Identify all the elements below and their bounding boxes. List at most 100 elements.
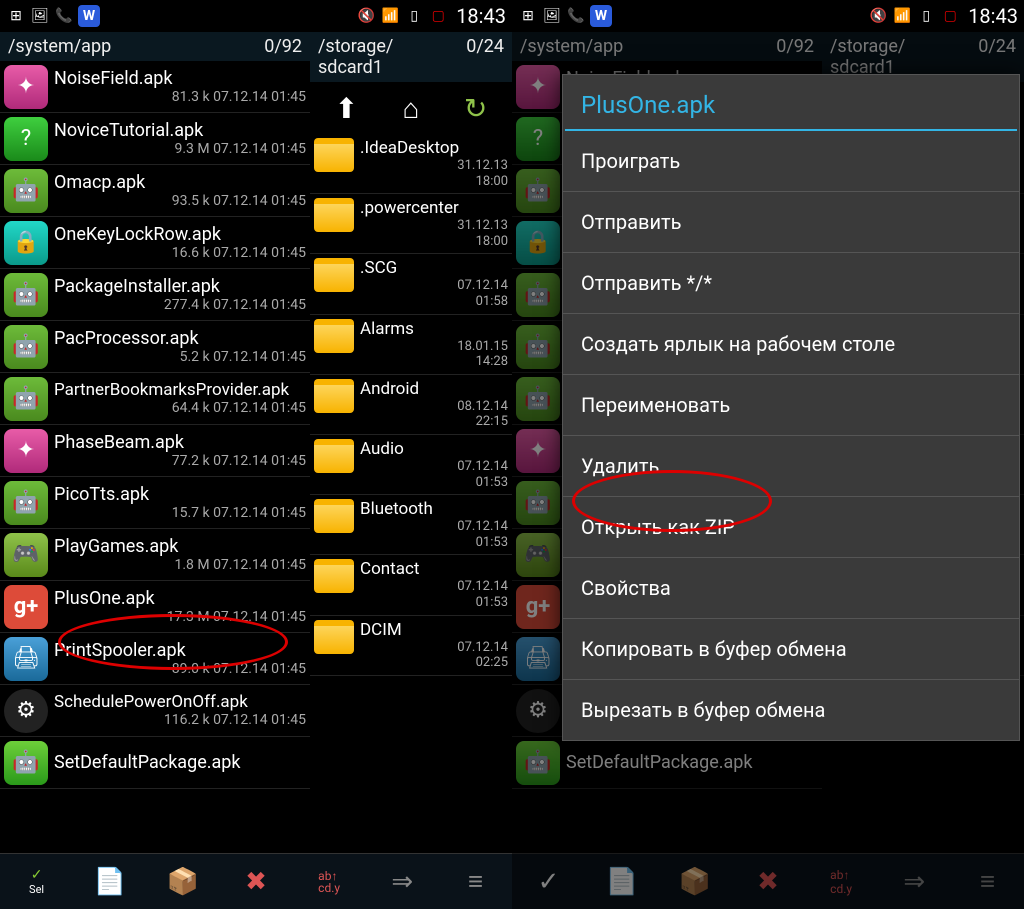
file-meta: 77.2 k 07.12.14 01:45 xyxy=(54,453,306,469)
folder-name: Contact xyxy=(360,559,508,579)
folder-icon xyxy=(314,138,354,172)
file-row[interactable]: 🤖 PartnerBookmarksProvider.apk 64.4 k 07… xyxy=(0,373,310,425)
forward-button[interactable]: ⇒ xyxy=(380,860,424,904)
pane-header: /system/app 0/92 xyxy=(0,32,310,61)
up-icon[interactable]: ⬆ xyxy=(328,90,364,126)
folder-meta: 07.12.1401:58 xyxy=(360,278,508,309)
home-icon[interactable]: ⌂ xyxy=(393,90,429,126)
folder-row[interactable]: Android 08.12.1422:15 xyxy=(310,375,512,435)
count: 0/24 xyxy=(466,36,504,57)
file-row[interactable]: 🤖 SetDefaultPackage.apk xyxy=(0,737,310,789)
w-icon: W xyxy=(590,5,612,27)
app-icon: ? xyxy=(4,117,48,161)
file-name: PackageInstaller.apk xyxy=(54,276,306,297)
menu-button[interactable]: ≡ xyxy=(453,860,497,904)
file-meta: 64.4 k 07.12.14 01:45 xyxy=(54,400,306,416)
file-row[interactable]: g+ PlusOne.apk 17.3 M 07.12.14 01:45 xyxy=(0,581,310,633)
app-icon: ⚙ xyxy=(516,689,560,733)
copy-button[interactable]: 📄 xyxy=(88,860,132,904)
file-row[interactable]: ✦ PhaseBeam.apk 77.2 k 07.12.14 01:45 xyxy=(0,425,310,477)
pane-system-app[interactable]: /system/app 0/92 ✦ NoiseField.apk 81.3 k… xyxy=(0,32,310,853)
file-meta: 5.2 k 07.12.14 01:45 xyxy=(54,349,306,365)
app-icon: 🤖 xyxy=(4,273,48,317)
context-menu-item[interactable]: Копировать в буфер обмена xyxy=(563,619,1019,680)
context-menu-item[interactable]: Вырезать в буфер обмена xyxy=(563,680,1019,740)
folder-meta: 08.12.1422:15 xyxy=(360,399,508,430)
file-meta: 93.5 k 07.12.14 01:45 xyxy=(54,193,306,209)
w-icon: W xyxy=(78,5,100,27)
mute-icon: 🔇 xyxy=(356,6,376,26)
file-row[interactable]: 🤖 PackageInstaller.apk 277.4 k 07.12.14 … xyxy=(0,269,310,321)
count: 0/92 xyxy=(264,36,302,57)
app-icon: 🔒 xyxy=(516,221,560,265)
app-icon: 🖨 xyxy=(516,637,560,681)
app-icon: ✦ xyxy=(516,429,560,473)
file-row[interactable]: 🤖 PacProcessor.apk 5.2 k 07.12.14 01:45 xyxy=(0,321,310,373)
file-row[interactable]: ✦ NoiseField.apk 81.3 k 07.12.14 01:45 xyxy=(0,61,310,113)
app-icon: ✦ xyxy=(4,429,48,473)
file-row[interactable]: ? NoviceTutorial.apk 9.3 M 07.12.14 01:4… xyxy=(0,113,310,165)
file-meta: 1.8 M 07.12.14 01:45 xyxy=(54,557,306,573)
file-row[interactable]: 🎮 PlayGames.apk 1.8 M 07.12.14 01:45 xyxy=(0,529,310,581)
folder-row[interactable]: Audio 07.12.1401:53 xyxy=(310,435,512,495)
toolbar: ✓Sel 📄 📦 ✖ ab↑cd.y ⇒ ≡ xyxy=(0,853,512,909)
folder-name: .IdeaDesktop xyxy=(360,138,508,158)
folder-meta: 07.12.1401:53 xyxy=(360,459,508,490)
app-icon: ✦ xyxy=(4,65,48,109)
delete-button[interactable]: ✖ xyxy=(234,860,278,904)
context-menu-item[interactable]: Открыть как ZIP xyxy=(563,497,1019,558)
phone-left: ⊞ 🖼 📞 W 🔇 📶 ▯ ▢ 18:43 /system/app 0/92 ✦… xyxy=(0,0,512,909)
context-menu-item[interactable]: Отправить */* xyxy=(563,253,1019,314)
wifi-icon: 📶 xyxy=(892,6,912,26)
file-name: SetDefaultPackage.apk xyxy=(54,752,306,773)
file-row[interactable]: 🖨 PrintSpooler.apk 89.0 k 07.12.14 01:45 xyxy=(0,633,310,685)
file-meta: 15.7 k 07.12.14 01:45 xyxy=(54,505,306,521)
sort-button[interactable]: ab↑cd.y xyxy=(307,860,351,904)
folder-icon xyxy=(314,379,354,413)
sim-icon: ▯ xyxy=(916,6,936,26)
file-name: SchedulePowerOnOff.apk xyxy=(54,693,306,712)
context-menu-item[interactable]: Удалить xyxy=(563,436,1019,497)
file-row[interactable]: 🔒 OneKeyLockRow.apk 16.6 k 07.12.14 01:4… xyxy=(0,217,310,269)
folder-row[interactable]: Contact 07.12.1401:53 xyxy=(310,555,512,615)
file-meta: 16.6 k 07.12.14 01:45 xyxy=(54,245,306,261)
context-menu-item[interactable]: Проиграть xyxy=(563,131,1019,192)
context-menu-item[interactable]: Создать ярлык на рабочем столе xyxy=(563,314,1019,375)
folder-icon xyxy=(314,620,354,654)
path: /storage/ xyxy=(318,36,448,57)
folder-meta: 07.12.1401:53 xyxy=(360,519,508,550)
folder-row[interactable]: .powercenter 31.12.1318:00 xyxy=(310,194,512,254)
folder-row[interactable]: Alarms 18.01.1514:28 xyxy=(310,315,512,375)
image-icon: 🖼 xyxy=(542,6,562,26)
app-icon: 🤖 xyxy=(4,481,48,525)
file-row[interactable]: 🤖 PicoTts.apk 15.7 k 07.12.14 01:45 xyxy=(0,477,310,529)
file-name: PicoTts.apk xyxy=(54,484,306,505)
folder-row[interactable]: Bluetooth 07.12.1401:53 xyxy=(310,495,512,555)
folder-meta: 07.12.1402:25 xyxy=(360,640,508,671)
mute-icon: 🔇 xyxy=(868,6,888,26)
folder-row[interactable]: .SCG 07.12.1401:58 xyxy=(310,254,512,314)
battery-icon: ▢ xyxy=(428,6,448,26)
context-menu-item[interactable]: Переименовать xyxy=(563,375,1019,436)
app-icon: 🤖 xyxy=(516,169,560,213)
file-name: PacProcessor.apk xyxy=(54,328,306,349)
folder-row[interactable]: .IdeaDesktop 31.12.1318:00 xyxy=(310,134,512,194)
app-icon: ⚙ xyxy=(4,689,48,733)
folder-name: .SCG xyxy=(360,258,508,278)
folder-row[interactable]: DCIM 07.12.1402:25 xyxy=(310,616,512,676)
file-row[interactable]: 🤖 Omacp.apk 93.5 k 07.12.14 01:45 xyxy=(0,165,310,217)
file-row[interactable]: ⚙ SchedulePowerOnOff.apk 116.2 k 07.12.1… xyxy=(0,685,310,737)
sim-icon: ▯ xyxy=(404,6,424,26)
refresh-icon[interactable]: ↻ xyxy=(458,90,494,126)
pane-sdcard[interactable]: /storage/ 0/24 sdcard1 ⬆ ⌂ ↻ .IdeaDeskto… xyxy=(310,32,512,853)
folder-name: Alarms xyxy=(360,319,508,339)
select-button[interactable]: ✓Sel xyxy=(15,860,59,904)
context-menu-item[interactable]: Отправить xyxy=(563,192,1019,253)
app-icon: 🤖 xyxy=(516,377,560,421)
app-icon: 🤖 xyxy=(516,741,560,785)
archive-button[interactable]: 📦 xyxy=(161,860,205,904)
folder-meta: 31.12.1318:00 xyxy=(360,218,508,249)
context-menu-item[interactable]: Свойства xyxy=(563,558,1019,619)
status-bar: ⊞ 🖼 📞 W 🔇 📶 ▯ ▢ 18:43 xyxy=(512,0,1024,32)
app-icon: 🔒 xyxy=(4,221,48,265)
